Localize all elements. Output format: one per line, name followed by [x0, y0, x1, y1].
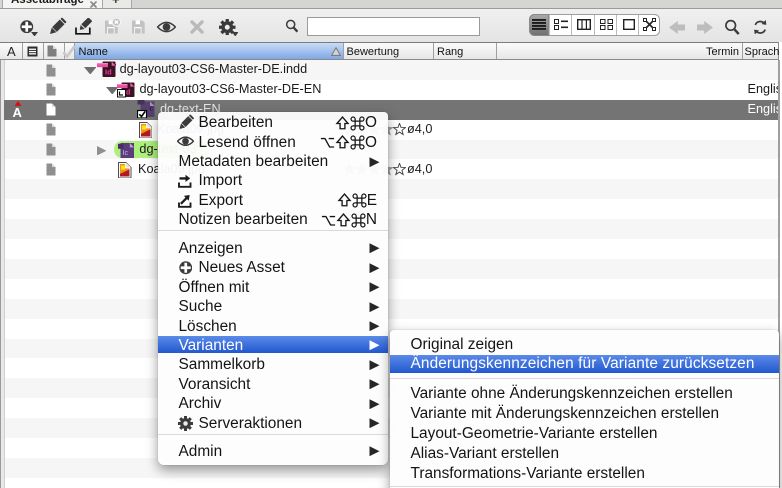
svg-text:A: A	[13, 105, 23, 119]
svg-text:c: c	[149, 104, 153, 113]
svg-text:Id: Id	[105, 68, 112, 77]
svg-text:d: d	[126, 89, 130, 96]
svg-text:Ic: Ic	[122, 150, 128, 157]
